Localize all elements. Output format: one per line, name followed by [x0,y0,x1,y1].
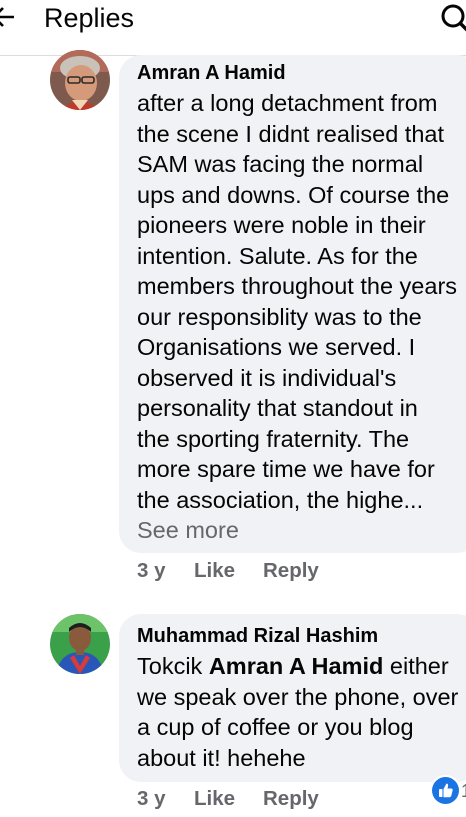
back-arrow-icon[interactable] [0,4,16,30]
like-button[interactable]: Like [194,558,235,584]
mention-link[interactable]: Amran A Hamid [209,653,384,679]
comment-line: ups and downs. Of course the [137,181,450,208]
avatar-photo-rizal [50,614,110,674]
comment-line: after a long detachment from [137,90,438,116]
avatar[interactable] [50,50,110,110]
reaction-count: 1 [461,781,466,802]
search-icon[interactable] [440,3,466,33]
comment-line: the sporting fraternity. The [137,425,410,452]
comment-line: pioneers were noble in their [137,212,426,238]
comment-bubble: Amran A Hamid after a long detachment fr… [119,55,466,553]
comment-line: intention. Salute. As for the [137,242,418,269]
comment-line: the scene I didnt realised that [137,120,445,147]
comment-line: the association, the highe... [137,486,424,513]
comment-line: a cup of coffee or you blog [137,714,414,740]
comment-line: Organisations we served. I [137,334,416,360]
comment-line: about it! hehehe [137,744,306,771]
comment-line: observed it is individual's [137,364,397,391]
comment-text-prefix: Tokcik [137,653,209,679]
comment-author[interactable]: Amran A Hamid [137,61,286,85]
comment-timestamp: 3 y [137,559,166,582]
avatar-photo-amran [50,50,110,110]
comment-text-suffix: either [383,653,449,679]
comment-text: Tokcik Amran A Hamid either we speak ove… [137,651,458,773]
comment-bubble: Muhammad Rizal Hashim Tokcik Amran A Ham… [119,614,466,782]
comment-line: personality that standout in [137,395,418,421]
comment-actions: 3 y Like Reply [137,558,357,584]
comment-author[interactable]: Muhammad Rizal Hashim [137,624,378,648]
comment-line: members throughout the years [137,273,458,299]
comment-line: more spare time we have for [137,456,435,482]
comment-line: our responsiblity was to the [137,303,422,330]
like-button[interactable]: Like [194,786,235,812]
comment-line: SAM was facing the normal [137,151,424,177]
thumbs-up-icon [439,783,453,798]
page-title: Replies [44,3,135,33]
comment-timestamp: 3 y [137,787,166,810]
avatar[interactable] [50,614,110,674]
see-more-link[interactable]: See more [137,515,239,545]
reply-button[interactable]: Reply [263,558,319,584]
comment-line: Tokcik Amran A Hamid either [137,651,458,682]
comment-text: after a long detachment from the scene I… [137,88,457,515]
comment-actions: 3 y Like Reply [137,786,357,812]
comment-line: we speak over the phone, over [137,683,459,710]
like-reaction-icon[interactable] [432,777,459,804]
top-bar: Replies [0,0,466,50]
reply-button[interactable]: Reply [263,786,319,812]
